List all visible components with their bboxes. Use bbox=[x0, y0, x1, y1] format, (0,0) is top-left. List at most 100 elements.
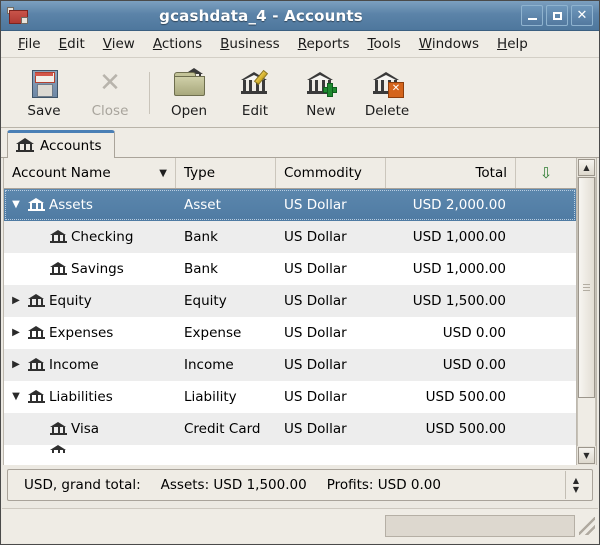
toolbar: Save ✕ Close Open Edit bbox=[1, 58, 599, 128]
scrollbar-track[interactable] bbox=[577, 177, 596, 446]
menu-business[interactable]: Business bbox=[211, 32, 289, 56]
menu-help-rest: elp bbox=[507, 36, 528, 52]
row-expander[interactable]: ▼ bbox=[8, 392, 24, 402]
row-expander[interactable]: ▼ bbox=[8, 200, 24, 210]
summary-bar: USD, grand total: Assets: USD 1,500.00 P… bbox=[7, 469, 593, 501]
bank-icon bbox=[50, 262, 67, 276]
menu-reports-rest: eports bbox=[306, 36, 349, 52]
row-expander[interactable]: ▶ bbox=[8, 296, 24, 306]
open-button[interactable]: Open bbox=[156, 62, 222, 124]
cell-account-name: ▼Liabilities bbox=[4, 389, 176, 405]
new-account-icon bbox=[304, 67, 338, 99]
tab-strip: Accounts bbox=[1, 128, 599, 158]
maximize-button[interactable] bbox=[546, 5, 568, 26]
cell-total: USD 1,000.00 bbox=[386, 229, 516, 245]
menu-windows[interactable]: Windows bbox=[410, 32, 488, 56]
scrollbar-thumb[interactable] bbox=[578, 177, 595, 398]
summary-spinner[interactable]: ▲ ▼ bbox=[565, 471, 586, 499]
column-header-account-name[interactable]: Account Name ▼ bbox=[4, 158, 176, 188]
bank-icon bbox=[28, 326, 45, 340]
title-bar: gcashdata_4 - Accounts ✕ bbox=[1, 1, 599, 31]
new-button[interactable]: New bbox=[288, 62, 354, 124]
menu-tools[interactable]: Tools bbox=[359, 32, 410, 56]
delete-button-label: Delete bbox=[365, 103, 409, 119]
column-chooser-button[interactable]: ⇩ bbox=[516, 158, 576, 188]
save-button[interactable]: Save bbox=[11, 62, 77, 124]
table-row[interactable]: VisaCredit CardUS DollarUSD 500.00 bbox=[4, 413, 576, 445]
close-tab-button[interactable]: ✕ Close bbox=[77, 62, 143, 124]
cell-account-name bbox=[4, 445, 176, 453]
toolbar-separator bbox=[149, 72, 150, 114]
bank-icon bbox=[50, 422, 67, 436]
menu-file[interactable]: File bbox=[9, 32, 50, 56]
menu-actions[interactable]: Actions bbox=[144, 32, 211, 56]
menu-edit[interactable]: Edit bbox=[50, 32, 94, 56]
cell-total: USD 500.00 bbox=[386, 421, 516, 437]
bank-icon bbox=[28, 294, 45, 308]
app-icon bbox=[7, 6, 29, 26]
minimize-button[interactable] bbox=[521, 5, 543, 26]
table-row[interactable]: ▶ExpensesExpenseUS DollarUSD 0.00 bbox=[4, 317, 576, 349]
cell-account-name: Checking bbox=[4, 229, 176, 245]
scroll-up-button[interactable]: ▲ bbox=[578, 159, 595, 176]
menu-reports[interactable]: Reports bbox=[289, 32, 359, 56]
table-header: Account Name ▼ Type Commodity Total ⇩ bbox=[4, 158, 576, 189]
bank-icon bbox=[50, 230, 67, 244]
table-row[interactable]: ▼AssetsAssetUS DollarUSD 2,000.00 bbox=[4, 189, 576, 221]
delete-button[interactable]: ✕ Delete bbox=[354, 62, 420, 124]
accounts-tree: Account Name ▼ Type Commodity Total ⇩ ▼A… bbox=[3, 158, 597, 465]
sort-descending-icon: ▼ bbox=[159, 168, 167, 179]
account-name-label: Checking bbox=[71, 229, 133, 245]
edit-button[interactable]: Edit bbox=[222, 62, 288, 124]
cell-account-name: ▼Assets bbox=[4, 197, 176, 213]
scroll-down-icon: ▼ bbox=[583, 451, 589, 460]
row-expander[interactable]: ▶ bbox=[8, 328, 24, 338]
account-name-label: Visa bbox=[71, 421, 99, 437]
menu-actions-rest: ctions bbox=[162, 36, 202, 52]
menu-view[interactable]: View bbox=[94, 32, 144, 56]
column-header-total[interactable]: Total bbox=[386, 158, 516, 188]
cell-type: Bank bbox=[176, 229, 276, 245]
scroll-up-icon: ▲ bbox=[583, 163, 589, 172]
vertical-scrollbar[interactable]: ▲ ▼ bbox=[576, 158, 596, 465]
close-icon: ✕ bbox=[577, 9, 588, 22]
table-row[interactable]: ▶IncomeIncomeUS DollarUSD 0.00 bbox=[4, 349, 576, 381]
row-expander[interactable]: ▶ bbox=[8, 360, 24, 370]
summary-assets: Assets: USD 1,500.00 bbox=[151, 477, 317, 493]
resize-grip-icon[interactable] bbox=[579, 517, 595, 535]
save-button-label: Save bbox=[27, 103, 60, 119]
table-row[interactable]: ▼LiabilitiesLiabilityUS DollarUSD 500.00 bbox=[4, 381, 576, 413]
bank-icon bbox=[28, 358, 45, 372]
bank-icon bbox=[28, 390, 45, 404]
spinner-down-icon: ▼ bbox=[573, 485, 579, 494]
close-x-icon: ✕ bbox=[93, 67, 127, 99]
cell-type: Equity bbox=[176, 293, 276, 309]
table-row[interactable]: SavingsBankUS DollarUSD 1,000.00 bbox=[4, 253, 576, 285]
tab-accounts[interactable]: Accounts bbox=[7, 130, 115, 158]
column-header-commodity[interactable]: Commodity bbox=[276, 158, 386, 188]
bank-icon bbox=[16, 138, 34, 153]
menu-tools-rest: ools bbox=[373, 36, 400, 52]
window-controls: ✕ bbox=[521, 5, 593, 26]
status-bar bbox=[2, 508, 598, 543]
scroll-down-button[interactable]: ▼ bbox=[578, 447, 595, 464]
cell-commodity: US Dollar bbox=[276, 197, 386, 213]
cell-type: Asset bbox=[176, 197, 276, 213]
table-row[interactable]: CheckingBankUS DollarUSD 1,000.00 bbox=[4, 221, 576, 253]
table-row-partial[interactable] bbox=[4, 445, 576, 453]
account-name-label: Expenses bbox=[49, 325, 113, 341]
close-tab-button-label: Close bbox=[92, 103, 129, 119]
cell-type: Income bbox=[176, 357, 276, 373]
cell-account-name: Visa bbox=[4, 421, 176, 437]
menu-bar: File Edit View Actions Business Reports … bbox=[1, 31, 599, 58]
column-header-type[interactable]: Type bbox=[176, 158, 276, 188]
table-row[interactable]: ▶EquityEquityUS DollarUSD 1,500.00 bbox=[4, 285, 576, 317]
cell-commodity: US Dollar bbox=[276, 293, 386, 309]
progress-bar bbox=[385, 515, 575, 537]
cell-total: USD 2,000.00 bbox=[386, 197, 516, 213]
menu-help[interactable]: Help bbox=[488, 32, 537, 56]
close-button[interactable]: ✕ bbox=[571, 5, 593, 26]
column-header-account-name-label: Account Name bbox=[12, 165, 111, 181]
tab-accounts-label: Accounts bbox=[40, 138, 102, 154]
open-folder-icon bbox=[172, 67, 206, 99]
